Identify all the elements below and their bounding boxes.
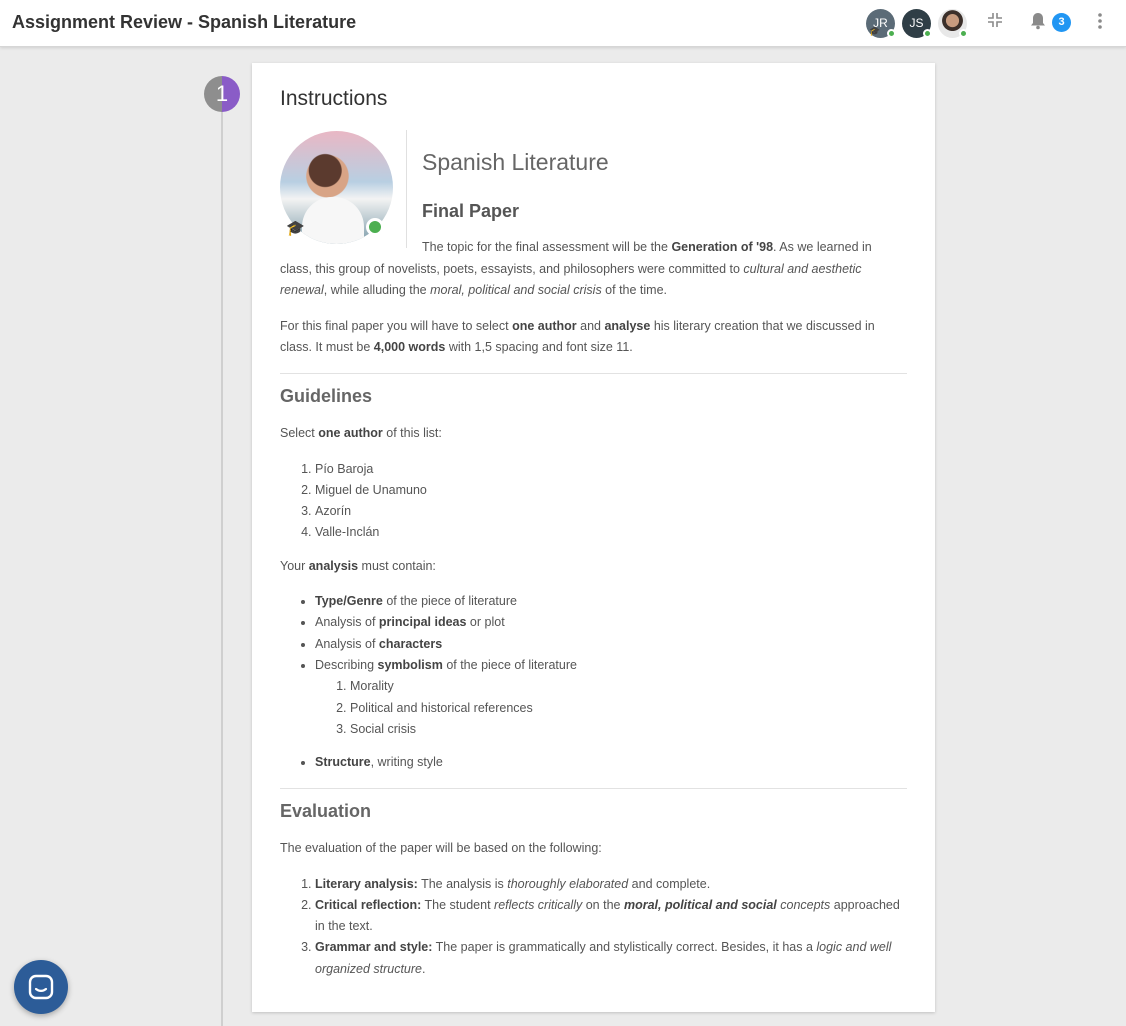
list-item: Literary analysis: The analysis is thoro…	[315, 874, 907, 895]
list-item: Pío Baroja	[315, 459, 907, 480]
step-number-badge: 1	[204, 76, 240, 112]
avatar-jr[interactable]: JR 🎓	[866, 9, 896, 38]
analysis-text: Your analysis must contain:	[280, 558, 436, 573]
list-item: Describing symbolism of the piece of lit…	[315, 655, 907, 740]
list-item: Morality	[350, 676, 907, 697]
list-item: Analysis of characters	[315, 634, 907, 655]
instructions-heading: Instructions	[280, 87, 388, 110]
list-item: Azorín	[315, 501, 907, 522]
divider	[280, 787, 907, 789]
divider	[280, 372, 907, 374]
list-item: Miguel de Unamuno	[315, 480, 907, 501]
course-title: Spanish Literature	[422, 149, 609, 175]
avatar-js[interactable]: JS	[902, 9, 932, 38]
list-item: Analysis of principal ideas or plot	[315, 612, 907, 633]
chat-bubble-icon	[28, 974, 54, 1000]
chat-launcher-button[interactable]	[14, 960, 68, 1014]
intro-paragraph: The topic for the final assessment will …	[280, 240, 872, 297]
divider	[406, 130, 407, 248]
analysis-list: Type/Genre of the piece of literature An…	[280, 591, 907, 773]
notification-count-badge[interactable]: 3	[1052, 13, 1071, 32]
graduation-cap-icon: 🎓	[286, 220, 305, 237]
symbolism-sublist: Morality Political and historical refere…	[315, 676, 907, 740]
list-item: Social crisis	[350, 719, 907, 740]
requirements-paragraph: For this final paper you will have to se…	[280, 318, 875, 355]
instructions-card: Instructions 🎓 Spanish Literature Final …	[252, 63, 935, 1012]
list-item: Grammar and style: The paper is grammati…	[315, 937, 907, 980]
list-item: Structure, writing style	[315, 752, 907, 773]
author-list: Pío Baroja Miguel de Unamuno Azorín Vall…	[280, 459, 907, 544]
page-title: Assignment Review - Spanish Literature	[12, 12, 357, 32]
compress-icon[interactable]	[984, 12, 1006, 34]
more-vert-icon[interactable]	[1089, 12, 1111, 35]
online-status-dot	[887, 29, 896, 38]
online-status-dot	[959, 29, 968, 38]
evaluation-heading: Evaluation	[280, 800, 372, 821]
avatar-initials: JS	[909, 16, 924, 30]
list-item: Type/Genre of the piece of literature	[315, 591, 907, 612]
assignment-subtitle: Final Paper	[422, 201, 520, 221]
list-item: Political and historical references	[350, 698, 907, 719]
assignment-body: The topic for the final assessment will …	[280, 237, 907, 992]
list-item: Critical reflection: The student reflect…	[315, 895, 907, 938]
select-author-text: Select one author of this list:	[280, 426, 442, 440]
guidelines-heading: Guidelines	[280, 385, 373, 406]
timeline-line	[221, 110, 223, 1026]
bell-icon[interactable]	[1027, 12, 1049, 36]
evaluation-intro: The evaluation of the paper will be base…	[280, 841, 602, 856]
avatar-user-photo[interactable]	[938, 9, 968, 38]
online-status-dot	[366, 218, 384, 236]
graduation-cap-icon: 🎓	[869, 26, 881, 36]
top-bar: Assignment Review - Spanish Literature J…	[0, 0, 1126, 47]
evaluation-criteria-list: Literary analysis: The analysis is thoro…	[280, 874, 907, 980]
online-status-dot	[923, 29, 932, 38]
list-item: Valle-Inclán	[315, 522, 907, 543]
